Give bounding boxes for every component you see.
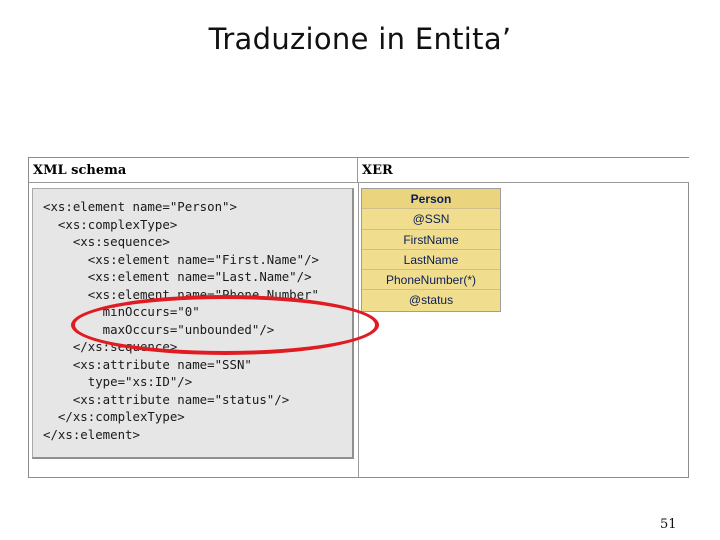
xer-attribute-row: @SSN — [362, 209, 500, 230]
xer-entity-name: Person — [362, 189, 500, 210]
xer-header: XER — [358, 158, 689, 183]
xer-attribute-row: @status — [362, 290, 500, 311]
code-line: <xs:element name="Person"> — [43, 199, 237, 214]
code-line: <xs:attribute name="status"/> — [43, 392, 290, 407]
red-highlight-ellipse — [71, 295, 379, 355]
slide-title: Traduzione in Entita’ — [208, 22, 512, 56]
code-line: <xs:attribute name="SSN" — [43, 357, 252, 372]
code-line: <xs:element name="First.Name"/> — [43, 252, 320, 267]
code-line: </xs:element> — [43, 427, 140, 442]
page-number: 51 — [660, 517, 677, 532]
xer-attribute-row: FirstName — [362, 229, 500, 250]
xer-attribute-row: PhoneNumber(*) — [362, 270, 500, 291]
code-line: </xs:complexType> — [43, 409, 185, 424]
code-line: <xs:complexType> — [43, 217, 178, 232]
xer-attribute-row: LastName — [362, 249, 500, 271]
code-line: <xs:element name="Last.Name"/> — [43, 269, 312, 284]
xer-entity-table: Person @SSN FirstName LastName PhoneNumb… — [361, 188, 501, 312]
xml-schema-header: XML schema — [29, 158, 358, 183]
code-line: type="xs:ID"/> — [43, 374, 193, 389]
code-line: <xs:sequence> — [43, 234, 170, 249]
